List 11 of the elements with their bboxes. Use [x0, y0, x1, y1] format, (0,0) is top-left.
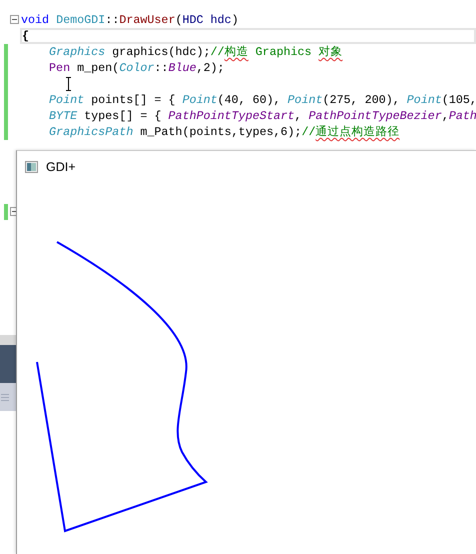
collapse-icon[interactable]: [10, 15, 19, 24]
code-line: BYTE types[] = { PathPointTypeStart, PathPointTypeBezier,Path: [48, 108, 476, 124]
code-line: Pen m_pen(Color::Blue,2);: [48, 60, 224, 76]
code-line: GraphicsPath m_Path(points,types,6);//通过点构造路径: [48, 124, 400, 140]
code-line: void DemoGDI::DrawUser(HDC hdc): [21, 12, 238, 28]
code-line: Point points[] = { Point(40, 60), Point(275, 200), Point(105,: [48, 92, 476, 108]
text-cursor-icon: [66, 77, 71, 91]
window-title: GDI+: [46, 160, 76, 174]
panel-header: [0, 345, 16, 383]
app-icon: [25, 160, 38, 172]
code-line: Graphics graphics(hdc);//构造 Graphics 对象: [48, 44, 343, 60]
